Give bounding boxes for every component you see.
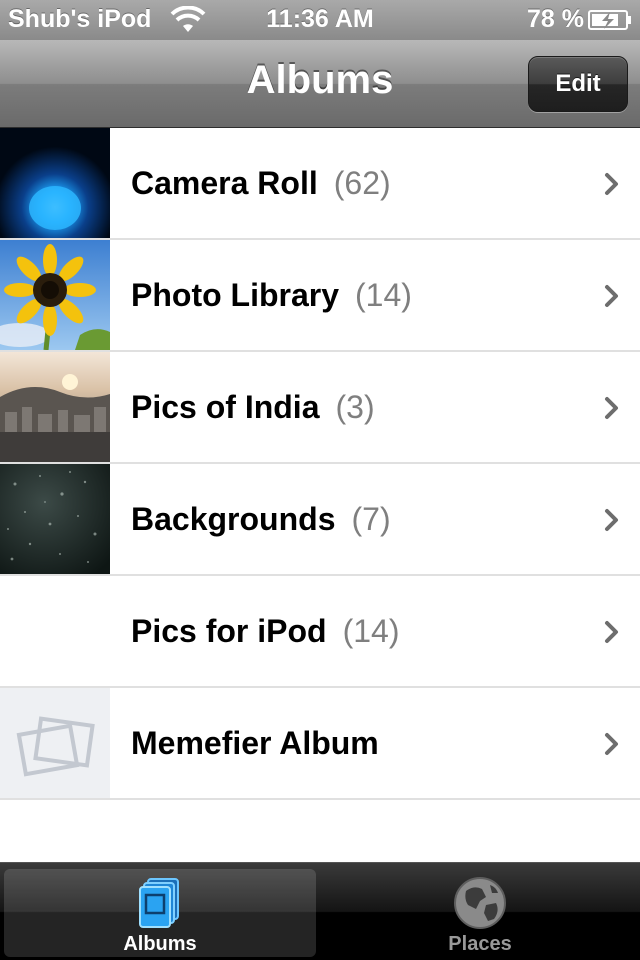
tab-bar: Albums Places: [0, 862, 640, 960]
album-row-pics-of-india[interactable]: Pics of India (3): [0, 352, 640, 464]
album-count: (62): [333, 165, 391, 201]
chevron-right-icon: [605, 509, 618, 531]
album-row-camera-roll[interactable]: Camera Roll (62): [0, 128, 640, 240]
album-row-pics-for-ipod[interactable]: Pics for iPod (14): [0, 576, 640, 688]
album-label: Camera Roll (62): [131, 128, 391, 238]
album-row-backgrounds[interactable]: Backgrounds (7): [0, 464, 640, 576]
album-count: (14): [342, 613, 400, 649]
tab-places[interactable]: Places: [324, 869, 636, 957]
album-label: Backgrounds (7): [131, 464, 391, 574]
album-thumbnail: [0, 352, 110, 462]
album-thumbnail: [0, 464, 110, 574]
battery-percent: 78 %: [527, 5, 584, 33]
albums-icon: [139, 878, 179, 928]
chevron-right-icon: [605, 285, 618, 307]
album-thumbnail: [0, 128, 110, 238]
album-label: Pics for iPod (14): [131, 576, 400, 686]
album-count: (14): [355, 277, 412, 313]
album-label: Pics of India (3): [131, 352, 375, 462]
album-name: Pics for iPod: [131, 613, 327, 649]
album-count: (3): [335, 389, 375, 425]
album-row-memefier-album[interactable]: Memefier Album: [0, 688, 640, 800]
edit-button[interactable]: Edit: [528, 56, 628, 112]
chevron-right-icon: [605, 621, 618, 643]
album-list: Camera Roll (62) Photo Library (14) Pics…: [0, 128, 640, 800]
album-count: (7): [351, 501, 391, 537]
album-name: Camera Roll: [131, 165, 318, 201]
album-name: Photo Library: [131, 277, 340, 313]
album-name: Pics of India: [131, 389, 320, 425]
navigation-bar: Albums Edit: [0, 40, 640, 128]
status-bar: Shub's iPod 11:36 AM 78 %: [0, 0, 640, 40]
chevron-right-icon: [605, 173, 618, 195]
empty-album-placeholder-icon: [0, 688, 110, 798]
tab-albums[interactable]: Albums: [4, 869, 316, 957]
album-thumbnail: [0, 240, 110, 350]
chevron-right-icon: [605, 397, 618, 419]
battery-charging-icon: [588, 10, 631, 30]
globe-icon: [454, 877, 506, 929]
tab-label: Places: [448, 933, 512, 955]
album-label: Photo Library (14): [131, 240, 412, 350]
album-row-photo-library[interactable]: Photo Library (14): [0, 240, 640, 352]
chevron-right-icon: [605, 733, 618, 755]
tab-label: Albums: [123, 933, 197, 955]
album-name: Memefier Album: [131, 725, 379, 761]
album-label: Memefier Album: [131, 688, 379, 798]
album-name: Backgrounds: [131, 501, 336, 537]
